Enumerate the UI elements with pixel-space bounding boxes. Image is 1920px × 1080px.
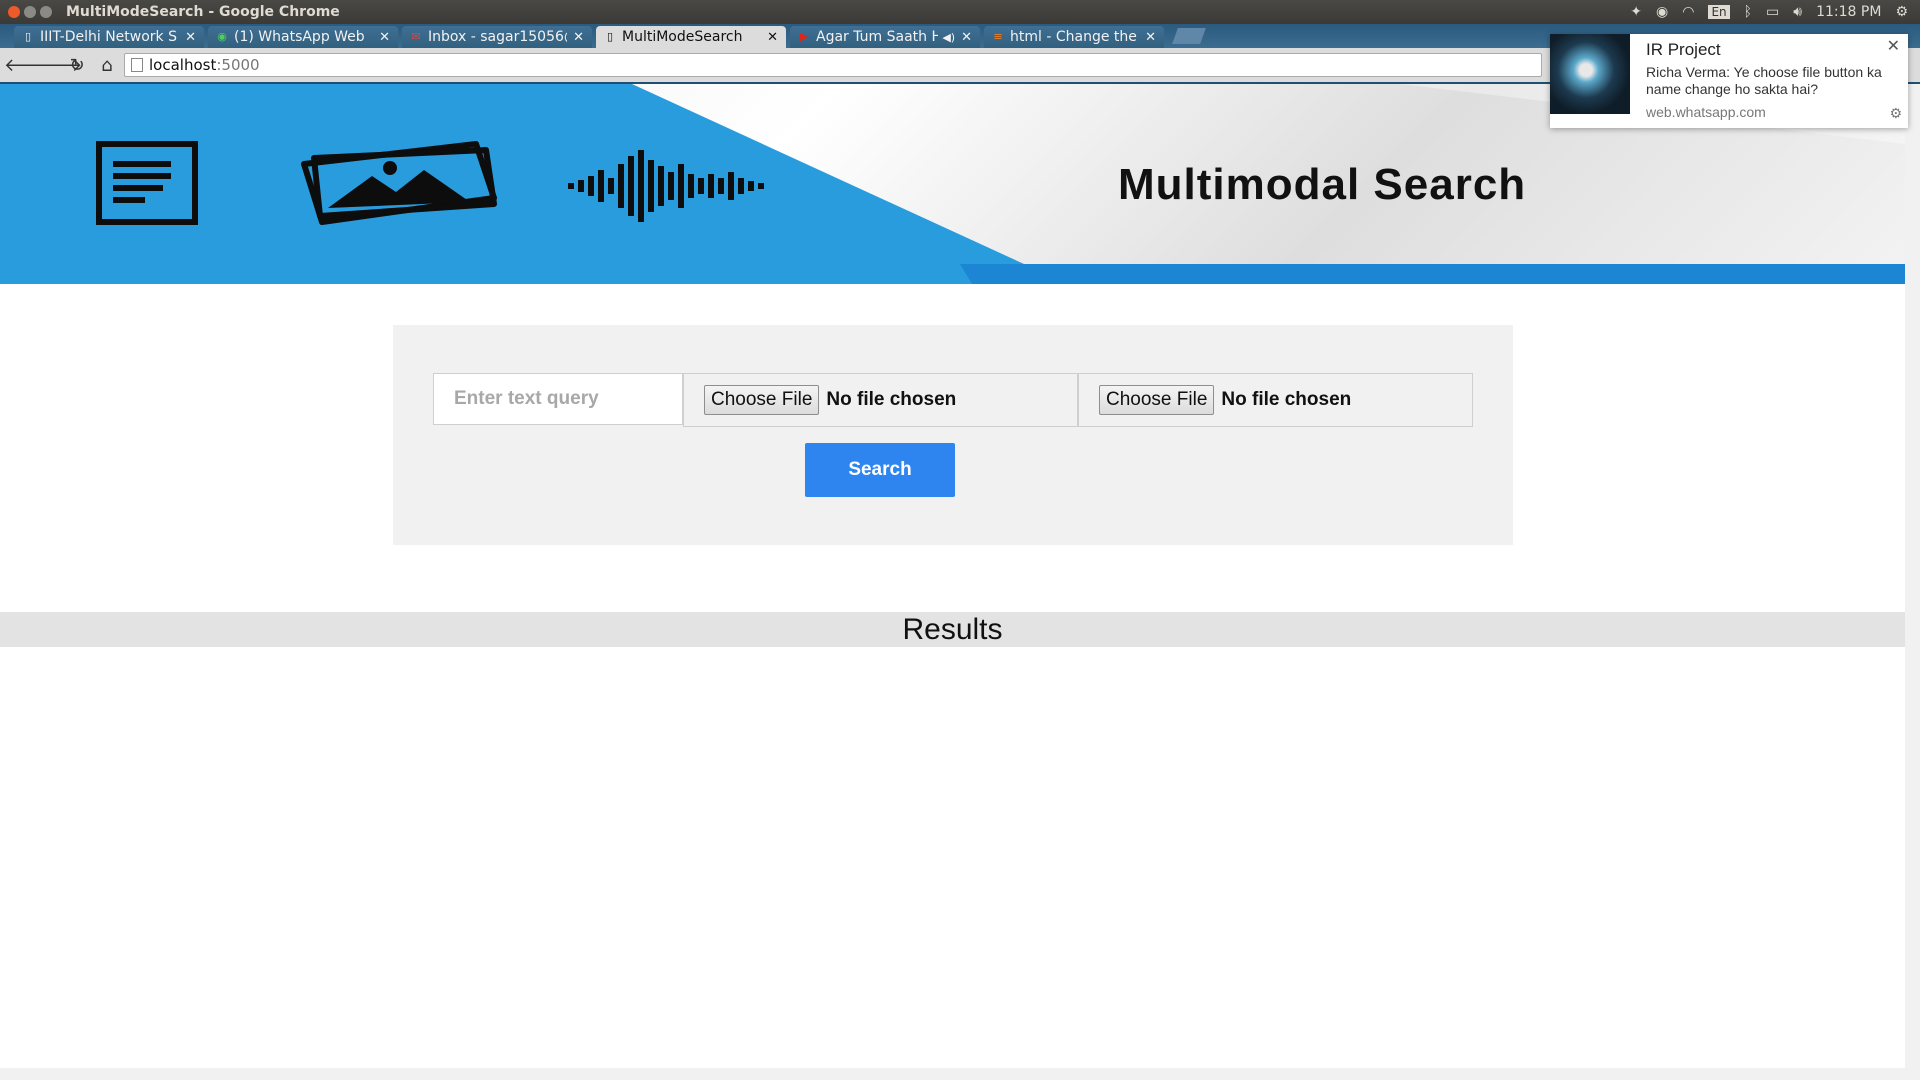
reload-icon[interactable]: ↻ bbox=[64, 55, 90, 76]
close-icon[interactable]: ✕ bbox=[185, 30, 196, 45]
url-port: :5000 bbox=[216, 56, 260, 74]
tab-iiit-network[interactable]: ▯ IIIT-Delhi Network S ✕ bbox=[14, 26, 204, 48]
keyboard-layout-indicator[interactable]: En bbox=[1708, 5, 1730, 19]
page-icon: ▯ bbox=[24, 30, 32, 43]
close-icon[interactable]: ✕ bbox=[1887, 36, 1900, 55]
chrome-icon[interactable]: ◉ bbox=[1656, 4, 1668, 20]
bluetooth-icon[interactable]: ᛒ bbox=[1744, 4, 1752, 20]
banner-title: Multimodal Search bbox=[1118, 160, 1527, 209]
system-tray: ✦ ◉ ◠ En ᛒ ▭ 🔊︎ 11:18 PM ⚙ bbox=[1630, 0, 1920, 24]
back-arrow-icon[interactable]: 🡐 bbox=[4, 55, 52, 76]
audio-waveform-icon bbox=[568, 150, 764, 222]
stackoverflow-icon: ≡ bbox=[993, 30, 1003, 43]
vertical-scrollbar[interactable] bbox=[1905, 84, 1920, 1068]
close-icon[interactable]: ✕ bbox=[1145, 30, 1156, 45]
desktop-notification[interactable]: IR Project Richa Verma: Ye choose file b… bbox=[1550, 34, 1908, 128]
file-status-label: No file chosen bbox=[826, 389, 957, 410]
youtube-icon: ▶ bbox=[799, 30, 809, 43]
window-close-button[interactable] bbox=[8, 6, 20, 18]
file-input-1[interactable]: Choose File No file chosen bbox=[683, 373, 1078, 427]
url-host: localhost bbox=[149, 56, 217, 74]
tab-whatsapp[interactable]: ◉ (1) WhatsApp Web ✕ bbox=[208, 26, 398, 48]
address-bar[interactable]: localhost:5000 bbox=[124, 53, 1542, 77]
tab-title: html - Change the "N bbox=[1010, 29, 1139, 45]
notification-avatar bbox=[1550, 34, 1630, 114]
text-query-input[interactable] bbox=[433, 373, 683, 425]
page-viewport: Multimodal Search Choose File No file ch… bbox=[0, 84, 1905, 1068]
gear-icon[interactable]: ⚙ bbox=[1895, 4, 1908, 20]
whatsapp-icon: ◉ bbox=[217, 30, 227, 43]
window-maximize-button[interactable] bbox=[40, 6, 52, 18]
wifi-icon[interactable]: ◠ bbox=[1682, 4, 1694, 20]
tab-title: Inbox - sagar15056@ bbox=[428, 29, 568, 45]
window-titlebar: MultiModeSearch - Google Chrome ✦ ◉ ◠ En… bbox=[0, 0, 1920, 24]
choose-file-button[interactable]: Choose File bbox=[704, 385, 820, 415]
close-icon[interactable]: ✕ bbox=[767, 30, 778, 45]
notification-title: IR Project bbox=[1646, 40, 1721, 59]
home-icon[interactable]: ⌂ bbox=[94, 55, 120, 76]
tab-title: Agar Tum Saath H bbox=[816, 29, 939, 45]
battery-icon[interactable]: ▭ bbox=[1766, 4, 1779, 20]
file-input-2[interactable]: Choose File No file chosen bbox=[1078, 373, 1473, 427]
image-icon bbox=[301, 141, 497, 225]
tab-stackoverflow[interactable]: ≡ html - Change the "N ✕ bbox=[984, 26, 1164, 48]
tab-youtube[interactable]: ▶ Agar Tum Saath H ◀) ✕ bbox=[790, 26, 980, 48]
close-icon[interactable]: ✕ bbox=[573, 30, 584, 45]
volume-icon[interactable]: 🔊︎ bbox=[1793, 4, 1802, 20]
horizontal-scrollbar[interactable] bbox=[0, 1068, 1920, 1080]
speaker-icon[interactable]: ◀) bbox=[942, 31, 955, 44]
gear-icon[interactable]: ⚙ bbox=[1889, 106, 1902, 122]
close-icon[interactable]: ✕ bbox=[379, 30, 390, 45]
new-tab-button[interactable] bbox=[1172, 28, 1206, 44]
close-icon[interactable]: ✕ bbox=[961, 30, 972, 45]
dropbox-icon[interactable]: ✦ bbox=[1630, 4, 1642, 20]
page-info-icon[interactable] bbox=[131, 58, 143, 72]
document-icon bbox=[96, 141, 198, 225]
gmail-icon: ✉ bbox=[411, 30, 421, 43]
notification-source: web.whatsapp.com bbox=[1646, 104, 1766, 120]
tab-title: IIIT-Delhi Network S bbox=[40, 29, 177, 45]
forward-arrow-icon[interactable]: 🡒 bbox=[34, 55, 82, 76]
tab-gmail-inbox[interactable]: ✉ Inbox - sagar15056@ ✕ bbox=[402, 26, 592, 48]
tab-multimodesearch[interactable]: ▯ MultiModeSearch ✕ bbox=[596, 26, 786, 48]
clock[interactable]: 11:18 PM bbox=[1816, 4, 1881, 20]
page-icon: ▯ bbox=[606, 30, 614, 43]
window-controls bbox=[8, 6, 52, 18]
search-button[interactable]: Search bbox=[805, 443, 955, 497]
file-status-label: No file chosen bbox=[1221, 389, 1352, 410]
window-minimize-button[interactable] bbox=[24, 6, 36, 18]
tab-title: (1) WhatsApp Web bbox=[234, 29, 365, 45]
notification-message: Richa Verma: Ye choose file button ka na… bbox=[1646, 64, 1882, 97]
window-title: MultiModeSearch - Google Chrome bbox=[66, 4, 340, 20]
choose-file-button[interactable]: Choose File bbox=[1099, 385, 1215, 415]
results-heading: Results bbox=[0, 612, 1905, 647]
search-panel: Choose File No file chosen Choose File N… bbox=[393, 325, 1513, 545]
tab-title: MultiModeSearch bbox=[622, 29, 743, 45]
